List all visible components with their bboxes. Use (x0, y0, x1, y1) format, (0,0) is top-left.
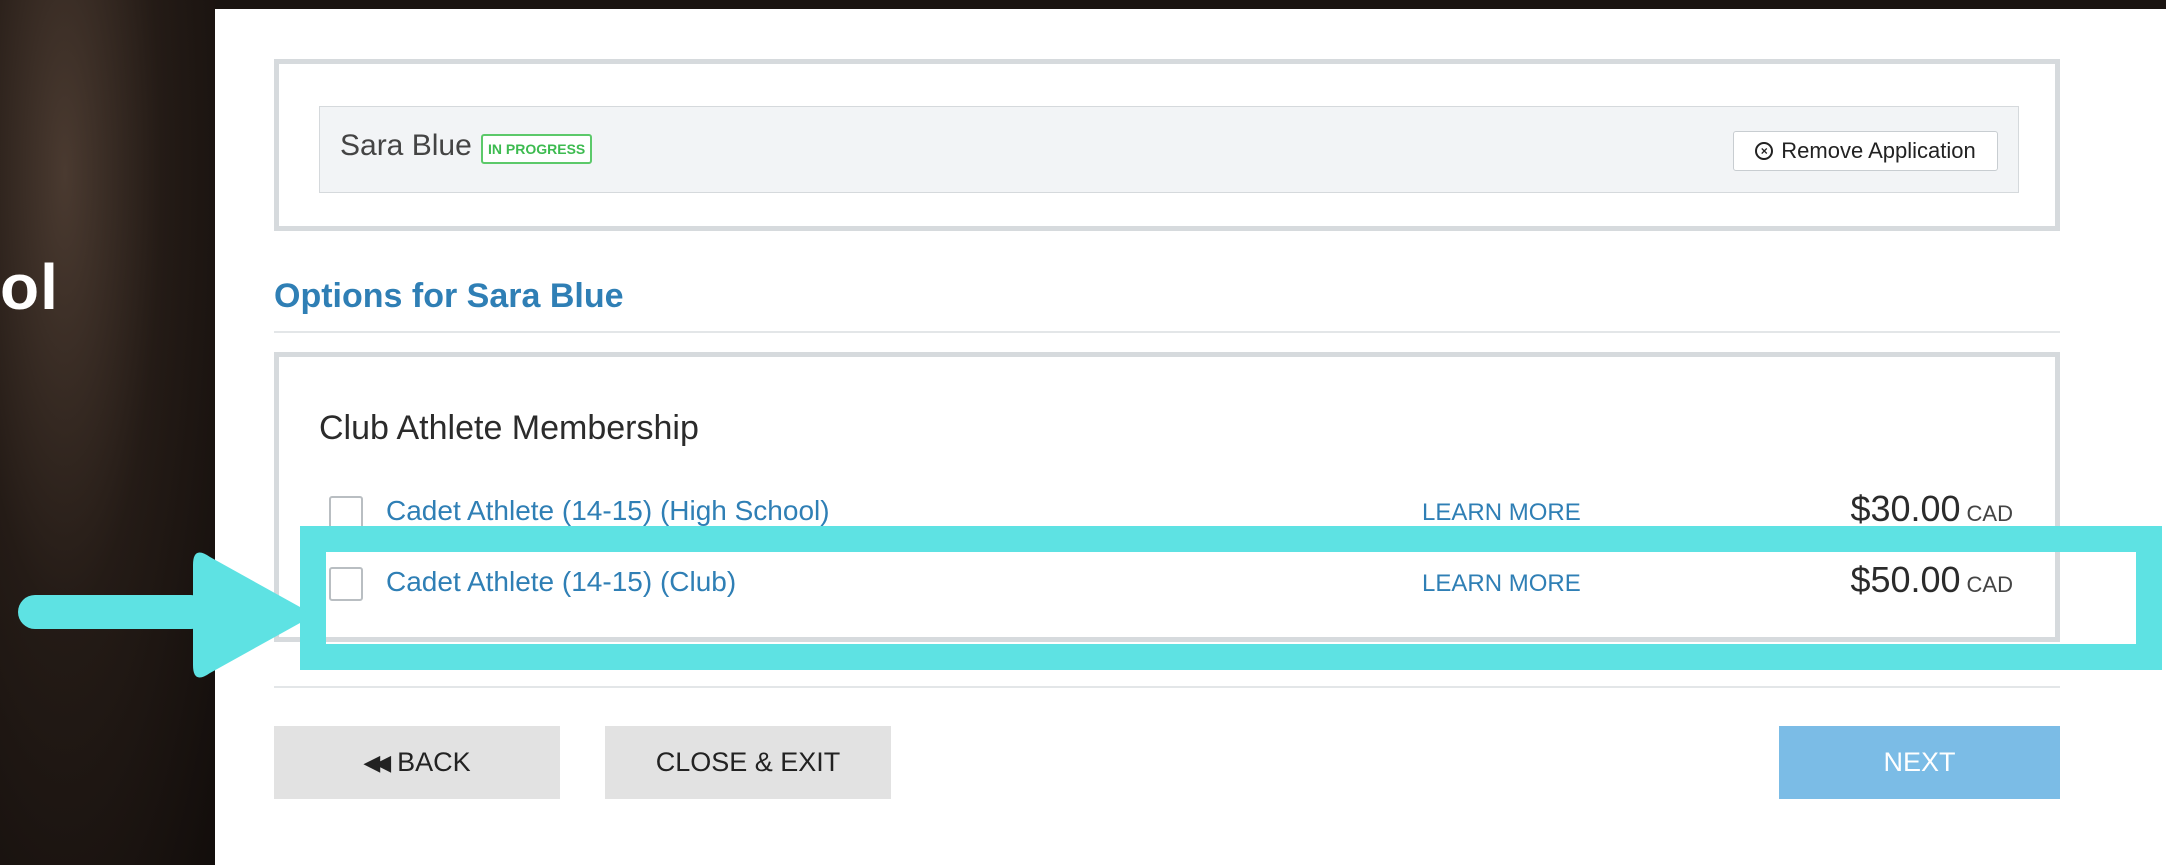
option-row-club: Cadet Athlete (14-15) (Club) LEARN MORE … (329, 559, 2029, 611)
options-title: Options for Sara Blue (274, 277, 624, 315)
close-circle-icon: × (1755, 142, 1774, 160)
learn-more-link-club[interactable]: LEARN MORE (1422, 570, 1581, 598)
learn-more-link-high-school[interactable]: LEARN MORE (1422, 499, 1581, 527)
back-button[interactable]: ◀◀ BACK (274, 726, 560, 799)
background-photo (0, 0, 216, 865)
background-heading-fragment: ol (0, 251, 59, 323)
next-label: NEXT (1883, 747, 1956, 777)
option-checkbox-club[interactable] (329, 567, 363, 601)
remove-application-button[interactable]: × Remove Application (1733, 131, 1998, 171)
options-divider (274, 331, 2060, 333)
footer-divider (274, 686, 2060, 688)
remove-application-label: Remove Application (1781, 138, 1976, 163)
option-label-club[interactable]: Cadet Athlete (14-15) (Club) (386, 566, 736, 598)
membership-title: Club Athlete Membership (319, 409, 699, 447)
status-badge: IN PROGRESS (481, 134, 593, 164)
registration-panel: Sara Blue IN PROGRESS × Remove Applicati… (215, 9, 2166, 865)
membership-card: Club Athlete Membership Cadet Athlete (1… (274, 352, 2060, 642)
next-button[interactable]: NEXT (1779, 726, 2060, 799)
option-checkbox-high-school[interactable] (329, 496, 363, 530)
applicant-name: Sara Blue (340, 129, 472, 162)
option-row-high-school: Cadet Athlete (14-15) (High School) LEAR… (329, 488, 2029, 540)
annotation-arrow-icon (18, 552, 307, 678)
option-label-high-school[interactable]: Cadet Athlete (14-15) (High School) (386, 495, 830, 527)
option-price-high-school: $30.00 CAD (1850, 488, 2013, 530)
price-currency: CAD (1966, 501, 2013, 526)
close-exit-label: CLOSE & EXIT (655, 747, 841, 777)
application-row: Sara Blue IN PROGRESS × Remove Applicati… (319, 106, 2019, 193)
price-amount: $50.00 (1850, 559, 1961, 600)
price-currency: CAD (1966, 572, 2013, 597)
application-card: Sara Blue IN PROGRESS × Remove Applicati… (274, 59, 2060, 231)
price-amount: $30.00 (1850, 488, 1961, 529)
double-chevron-left-icon: ◀◀ (363, 749, 391, 775)
option-price-club: $50.00 CAD (1850, 559, 2013, 601)
back-label: BACK (397, 747, 471, 777)
close-exit-button[interactable]: CLOSE & EXIT (605, 726, 891, 799)
